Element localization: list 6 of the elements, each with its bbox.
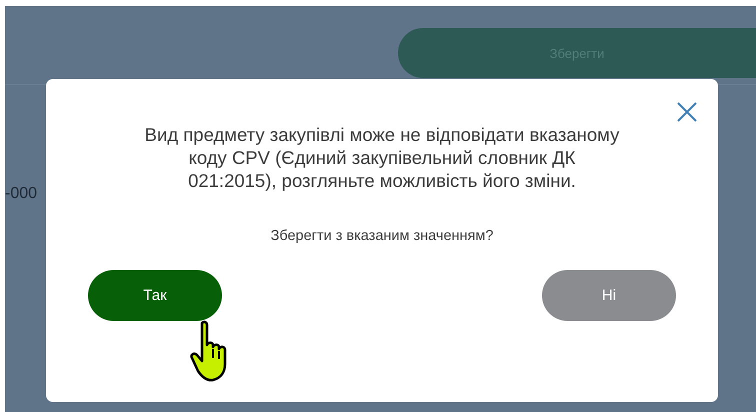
yes-button[interactable]: Так xyxy=(88,270,222,321)
dialog-message: Вид предмету закупівлі може не відповідати вказаному коду CPV (Єдиний закупівельний словник ДК 021:2015), розгляньте можливість його зміни. xyxy=(144,123,620,192)
dialog-question: Зберегти з вказаним значенням? xyxy=(270,228,494,244)
no-button[interactable]: Ні xyxy=(542,270,676,321)
field-value: -000 xyxy=(5,185,38,203)
close-icon[interactable] xyxy=(676,101,698,123)
